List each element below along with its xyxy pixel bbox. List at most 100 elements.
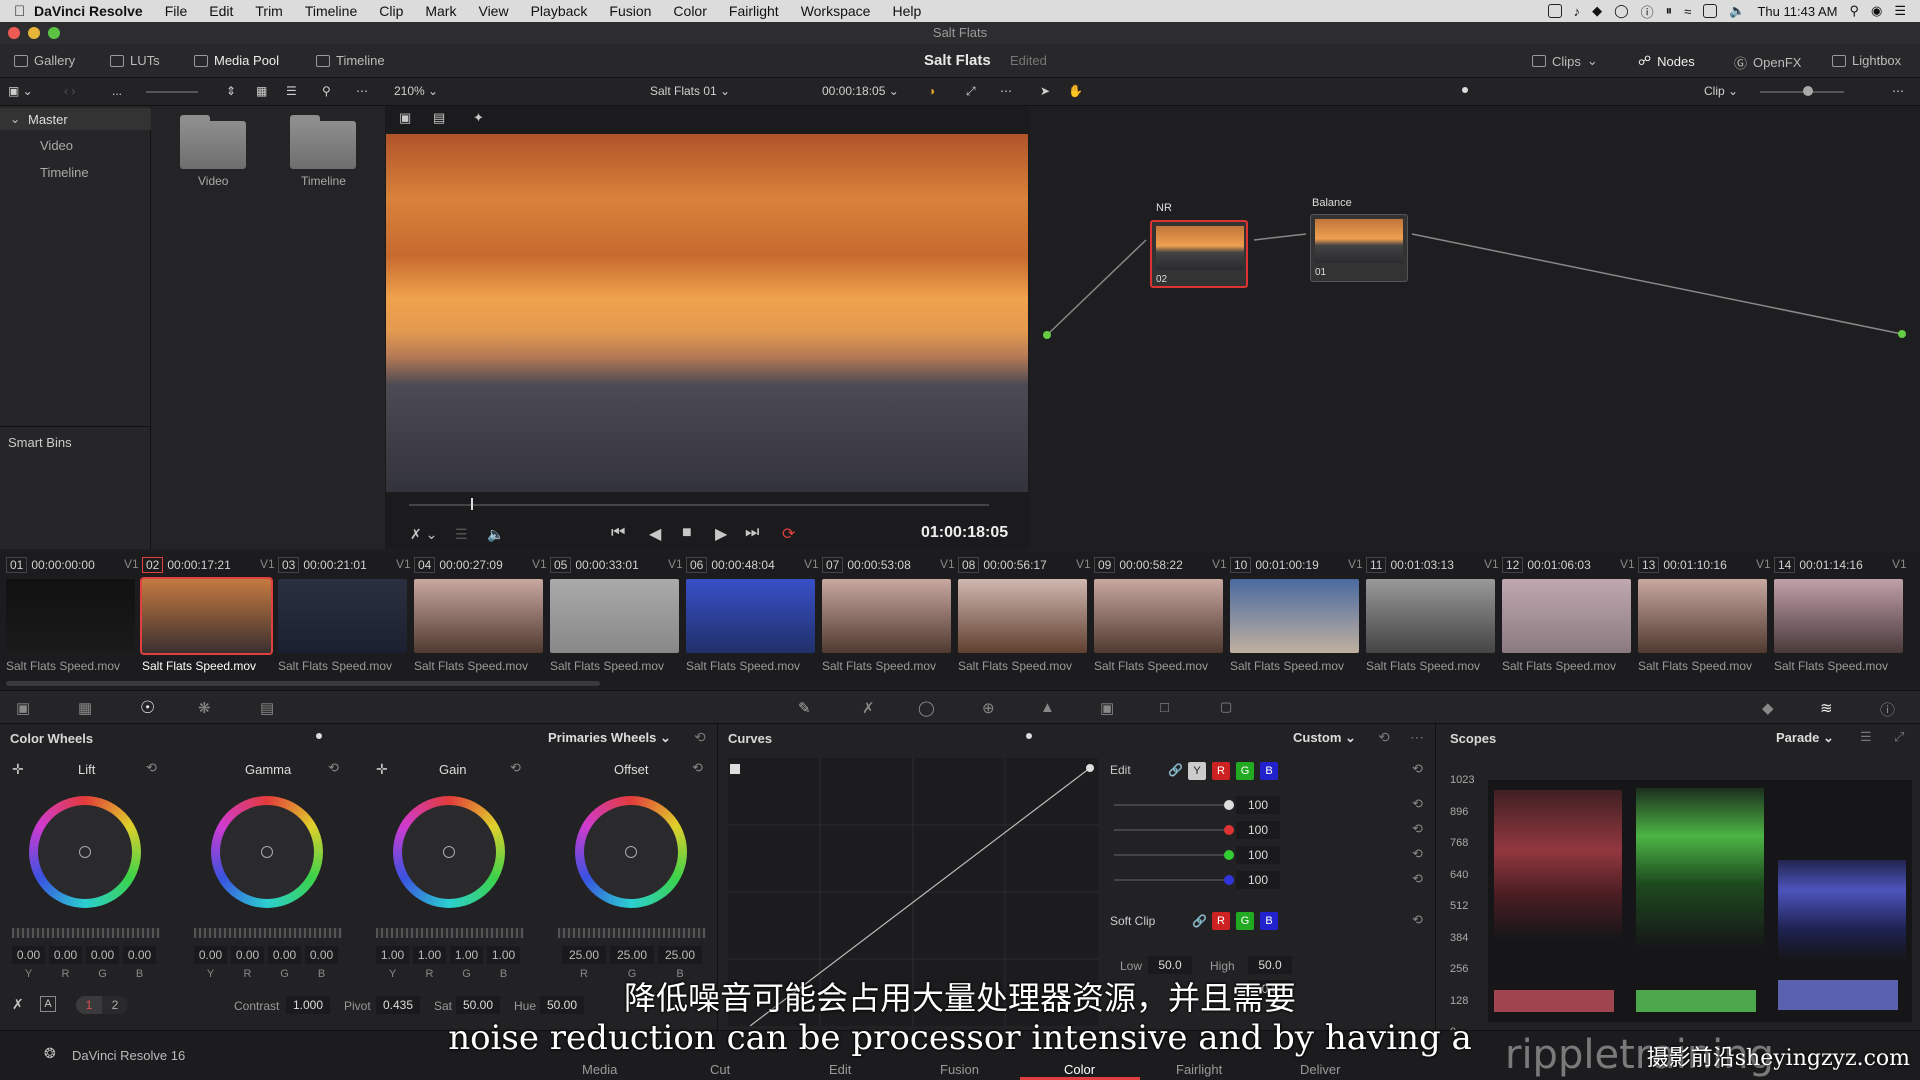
- menu-trim[interactable]: Trim: [255, 3, 282, 19]
- blur-icon[interactable]: ▲: [1040, 699, 1055, 716]
- pool-zoom-slider[interactable]: [146, 91, 198, 93]
- gamma-g-value[interactable]: 0.00: [268, 946, 301, 964]
- screen-record-icon[interactable]: [1547, 4, 1562, 18]
- gamma-reset-icon[interactable]: ⟲: [328, 760, 339, 776]
- menu-playback[interactable]: Playback: [531, 3, 588, 19]
- gamma-master-slider[interactable]: [194, 928, 342, 938]
- softclip-g-toggle[interactable]: G: [1236, 912, 1254, 930]
- channel-r-toggle[interactable]: R: [1212, 762, 1230, 780]
- go-to-end-icon[interactable]: ⏭: [745, 524, 759, 542]
- close-window-button[interactable]: [8, 27, 20, 39]
- pause-icon[interactable]: ⏸: [1666, 3, 1673, 19]
- grid-view-icon[interactable]: ▦: [256, 84, 267, 98]
- scopes-icon[interactable]: ≋: [1820, 699, 1833, 717]
- y-intensity-value[interactable]: 100: [1236, 796, 1280, 814]
- menu-fairlight[interactable]: Fairlight: [729, 3, 779, 19]
- scope-mode-selector[interactable]: Parade ⌄: [1776, 730, 1834, 746]
- node-options-icon[interactable]: ⋯: [1892, 84, 1904, 98]
- offset-b-value[interactable]: 25.00: [658, 946, 702, 964]
- r-intensity-value[interactable]: 100: [1236, 821, 1280, 839]
- menu-view[interactable]: View: [478, 3, 508, 19]
- offset-reset-icon[interactable]: ⟲: [692, 760, 703, 776]
- stop-icon[interactable]: ■: [682, 524, 692, 542]
- clip-image[interactable]: [958, 579, 1087, 653]
- clip-image[interactable]: [1638, 579, 1767, 653]
- info-icon[interactable]: ⓘ: [1641, 2, 1654, 21]
- clip-thumbnail[interactable]: 02 00:00:17:21 V1 Salt Flats Speed.mov: [140, 555, 276, 685]
- channel-g-toggle[interactable]: G: [1236, 762, 1254, 780]
- display-icon[interactable]: [1703, 4, 1718, 18]
- gamma-r-value[interactable]: 0.00: [231, 946, 264, 964]
- g-intensity-slider[interactable]: [1114, 854, 1229, 856]
- low-field[interactable]: 50.0: [1148, 956, 1192, 974]
- node-zoom-handle[interactable]: [1803, 86, 1813, 96]
- scrubber-bar[interactable]: [409, 504, 989, 506]
- reset-icon[interactable]: ⟲: [1412, 871, 1423, 887]
- 3d-icon[interactable]: ▢: [1220, 699, 1232, 715]
- node-zoom-slider[interactable]: [1760, 91, 1844, 93]
- gain-reset-icon[interactable]: ⟲: [510, 760, 521, 776]
- volume-icon[interactable]: 🔈: [1729, 3, 1745, 19]
- clip-image[interactable]: [6, 579, 135, 653]
- lift-r-value[interactable]: 0.00: [49, 946, 82, 964]
- softclip-r-toggle[interactable]: R: [1212, 912, 1230, 930]
- fullscreen-icon[interactable]: ⤢: [966, 84, 976, 99]
- link-icon[interactable]: 🔗: [1168, 763, 1183, 777]
- siri-icon[interactable]: ◉: [1871, 3, 1882, 19]
- page-cut[interactable]: Cut: [710, 1062, 730, 1077]
- timeline-button[interactable]: Timeline: [316, 53, 385, 68]
- spotlight-search-icon[interactable]: ⚲: [1849, 3, 1859, 19]
- page-edit[interactable]: Edit: [829, 1062, 851, 1077]
- smart-bins-label[interactable]: Smart Bins: [8, 435, 72, 450]
- clip-image[interactable]: [414, 579, 543, 653]
- r-intensity-handle[interactable]: [1224, 825, 1234, 835]
- lift-reset-icon[interactable]: ⟲: [146, 760, 157, 776]
- clip-thumbnail[interactable]: 13 00:01:10:16 V1 Salt Flats Speed.mov: [1638, 555, 1772, 685]
- folder-icon[interactable]: [180, 115, 246, 169]
- lift-b-value[interactable]: 0.00: [123, 946, 156, 964]
- clip-image[interactable]: [140, 577, 273, 655]
- scope-settings-icon[interactable]: ☰: [1860, 729, 1872, 745]
- clip-image[interactable]: [1366, 579, 1495, 653]
- menu-mark[interactable]: Mark: [425, 3, 456, 19]
- page-dot[interactable]: [1026, 733, 1032, 739]
- list-view-icon[interactable]: ☰: [286, 84, 297, 98]
- expand-icon[interactable]: ⤢: [1894, 729, 1904, 745]
- menu-file[interactable]: File: [165, 3, 188, 19]
- reset-icon[interactable]: ⟲: [1412, 846, 1423, 862]
- media-pool-button[interactable]: Media Pool: [194, 53, 279, 68]
- menu-timeline[interactable]: Timeline: [305, 3, 357, 19]
- clips-button[interactable]: Clips ⌄: [1532, 53, 1598, 69]
- menu-workspace[interactable]: Workspace: [801, 3, 871, 19]
- offset-r-value[interactable]: 25.00: [562, 946, 606, 964]
- gamma-wheel-handle[interactable]: [261, 846, 273, 858]
- qualifier-icon[interactable]: ✗: [862, 699, 875, 717]
- folder-icon[interactable]: [290, 115, 356, 169]
- clip-image[interactable]: [278, 579, 407, 653]
- offset-master-slider[interactable]: [558, 928, 706, 938]
- softclip-b-toggle[interactable]: B: [1260, 912, 1278, 930]
- lift-master-slider[interactable]: [12, 928, 160, 938]
- audio-icon[interactable]: ♪: [1574, 4, 1581, 19]
- menu-color[interactable]: Color: [673, 3, 706, 19]
- zoom-level[interactable]: 210% ⌄: [394, 84, 438, 98]
- clip-image[interactable]: [1230, 579, 1359, 653]
- magic-wand-icon[interactable]: ✦: [473, 110, 484, 126]
- menu-edit[interactable]: Edit: [209, 3, 233, 19]
- page-dot[interactable]: [316, 733, 322, 739]
- keyframes-icon[interactable]: ◆: [1762, 699, 1774, 717]
- lift-y-value[interactable]: 0.00: [12, 946, 45, 964]
- options-icon[interactable]: ⋯: [1410, 729, 1424, 746]
- timecode-selector[interactable]: 00:00:18:05 ⌄: [822, 84, 899, 98]
- options-icon[interactable]: ⋯: [356, 84, 368, 98]
- reset-icon[interactable]: ⟲: [1412, 912, 1423, 928]
- menu-help[interactable]: Help: [892, 3, 921, 19]
- menu-app-name[interactable]: DaVinci Resolve: [34, 3, 143, 19]
- gain-r-value[interactable]: 1.00: [413, 946, 446, 964]
- clip-image[interactable]: [822, 579, 951, 653]
- offset-g-value[interactable]: 25.00: [610, 946, 654, 964]
- high-field[interactable]: 50.0: [1248, 956, 1292, 974]
- clip-image[interactable]: [686, 579, 815, 653]
- notification-icon[interactable]: ☰: [1894, 3, 1906, 19]
- gain-wheel-handle[interactable]: [443, 846, 455, 858]
